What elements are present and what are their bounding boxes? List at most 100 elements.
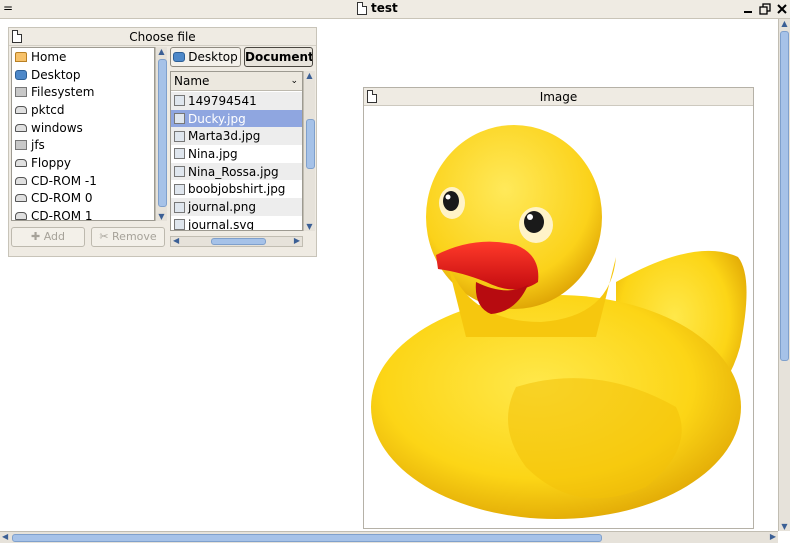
desktop-icon [15,69,27,80]
add-button-label: Add [43,230,65,243]
file-row[interactable]: Nina_Rossa.jpg [171,162,302,181]
image-file-icon [174,219,185,230]
file-row[interactable]: Nina.jpg [171,145,302,163]
close-icon[interactable] [775,2,789,16]
scroll-down-icon[interactable]: ▼ [156,212,167,221]
sort-chevron-down-icon[interactable]: ⌄ [290,72,298,90]
file-row[interactable]: journal.png [171,198,302,216]
place-item[interactable]: CD-ROM 1 [12,207,154,221]
file-chooser-header: Choose file [9,28,316,46]
file-list-hscroll-thumb[interactable] [211,238,266,245]
image-file-icon [174,201,185,213]
scroll-up-icon[interactable]: ▲ [779,19,790,28]
scroll-left-icon[interactable]: ◀ [2,532,8,541]
file-row-label: 149794541 [188,93,257,108]
place-item-label: Floppy [31,155,71,170]
place-item-label: Filesystem [31,85,95,100]
image-file-icon [174,130,185,142]
minimize-icon[interactable] [741,2,755,16]
scroll-left-icon[interactable]: ◀ [173,236,179,245]
place-item[interactable]: Desktop [12,66,154,84]
document-icon [357,1,367,15]
path-button-documenti-label: Documenti [245,50,313,64]
places-scrollbar[interactable]: ▲ ▼ [155,47,167,221]
place-item-label: CD-ROM 0 [31,191,93,206]
window-titlebar: = test [0,0,790,19]
image-panel: Image [363,87,754,529]
place-item-label: CD-ROM 1 [31,209,93,221]
page-hscroll-thumb[interactable] [12,534,602,542]
file-row[interactable]: journal.svg [171,216,302,231]
desktop-icon [173,52,186,62]
places-scroll-thumb[interactable] [158,59,167,207]
scroll-down-icon[interactable]: ▼ [779,522,790,531]
window-title-label: test [371,1,398,15]
scroll-up-icon[interactable]: ▲ [304,71,315,80]
image-panel-title: Image [539,90,578,104]
drive-icon [15,176,27,185]
place-item[interactable]: CD-ROM -1 [12,172,154,190]
place-item[interactable]: pktcd [12,101,154,119]
place-item[interactable]: Filesystem [12,83,154,101]
place-item-label: pktcd [31,102,65,117]
image-panel-header: Image [364,88,753,106]
image-file-icon [174,166,185,178]
image-file-icon [174,95,185,107]
file-row-label: Nina.jpg [188,146,238,161]
file-row[interactable]: boobjobshirt.jpg [171,181,302,199]
page-horizontal-scrollbar[interactable]: ◀ ▶ [0,531,778,543]
place-item[interactable]: windows [12,119,154,137]
file-row-label: journal.png [188,200,256,215]
file-row-label: Ducky.jpg [188,111,246,126]
places-list[interactable]: Home Desktop Filesystem pktcd windows jfs Flop… [11,47,155,221]
path-button-desktop-label: Desktop [188,50,238,64]
place-item[interactable]: jfs [12,136,154,154]
remove-button-label: Remove [112,230,157,243]
image-file-icon [174,183,185,195]
page-vscroll-thumb[interactable] [780,31,789,361]
place-item[interactable]: Home [12,48,154,66]
place-item-label: Desktop [31,67,81,82]
file-chooser-title: Choose file [129,30,196,44]
drive-icon [15,123,27,132]
file-row-label: Nina_Rossa.jpg [188,164,279,179]
file-list-hscrollbar[interactable]: ◀ ▶ [170,236,303,247]
window-menu-icon[interactable]: = [3,1,13,15]
place-item-label: jfs [31,138,45,153]
add-button[interactable]: ✚ Add [11,227,85,247]
remove-icon: ✂ [99,230,109,243]
scroll-down-icon[interactable]: ▼ [304,222,315,231]
file-list-scrollbar[interactable]: ▲ ▼ [303,71,315,231]
path-button-desktop[interactable]: Desktop [170,47,241,67]
window-title: test [357,1,398,15]
file-row-label: Marta3d.jpg [188,129,261,144]
path-button-documenti[interactable]: Documenti [244,47,313,67]
filesystem-icon [15,87,27,98]
place-item[interactable]: Floppy [12,154,154,172]
column-header-name[interactable]: Name ⌄ [171,72,302,91]
column-header-label: Name [174,74,210,88]
file-row[interactable]: 149794541 [171,92,302,110]
place-item-label: CD-ROM -1 [31,173,97,188]
drive-icon [15,194,27,203]
place-item-label: Home [31,49,67,64]
filesystem-icon [15,140,27,151]
file-row-label: boobjobshirt.jpg [188,182,286,197]
image-file-icon [174,148,185,160]
file-list-scroll-thumb[interactable] [306,119,315,169]
home-folder-icon [15,51,27,62]
scroll-right-icon[interactable]: ▶ [770,532,776,541]
file-list[interactable]: Name ⌄ 149794541 Ducky.jpg Marta3d.jpg Nina… [170,71,303,231]
file-row[interactable]: Ducky.jpg [171,109,302,128]
restore-icon[interactable] [758,2,772,16]
file-row-label: journal.svg [188,217,255,231]
rubber-duck-image [366,107,752,525]
remove-button[interactable]: ✂ Remove [91,227,165,247]
page-vertical-scrollbar[interactable]: ▲ ▼ [778,19,790,531]
image-file-icon [174,113,185,125]
file-row[interactable]: Marta3d.jpg [171,127,302,146]
scroll-up-icon[interactable]: ▲ [156,47,167,56]
place-item[interactable]: CD-ROM 0 [12,190,154,208]
drive-icon [15,158,27,167]
scroll-right-icon[interactable]: ▶ [294,236,300,245]
